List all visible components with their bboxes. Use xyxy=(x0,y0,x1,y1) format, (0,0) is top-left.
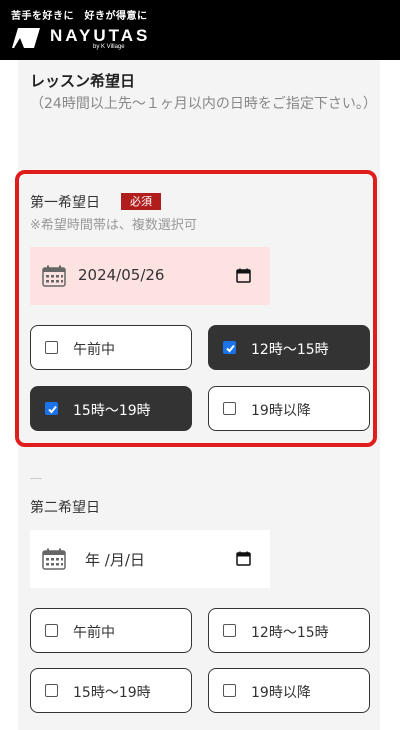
option-label: 19時以降 xyxy=(251,403,311,419)
option-label: 15時〜19時 xyxy=(73,685,151,701)
first-choice-title: 第一希望日 xyxy=(30,195,100,211)
brand-subtitle: by K Village xyxy=(93,44,125,50)
checkbox-checked[interactable] xyxy=(223,341,236,354)
first-option-12-15[interactable]: 12時〜15時 xyxy=(208,325,370,370)
option-label: 12時〜15時 xyxy=(251,342,329,358)
tagline: 苦手を好きに 好きが得意に xyxy=(11,11,148,22)
option-label: 午前中 xyxy=(73,342,115,358)
date-placeholder: 年 /月/日 xyxy=(85,551,145,569)
logo-mark-icon xyxy=(12,28,40,48)
checkbox[interactable] xyxy=(223,402,236,415)
first-option-15-19[interactable]: 15時〜19時 xyxy=(30,386,192,431)
first-choice-date-input[interactable]: 2024/05/26 xyxy=(30,247,270,305)
checkbox[interactable] xyxy=(45,341,58,354)
option-label: 15時〜19時 xyxy=(73,403,151,419)
checkbox-checked[interactable] xyxy=(45,402,58,415)
required-badge: 必須 xyxy=(121,193,161,210)
second-choice-title: 第二希望日 xyxy=(30,500,100,516)
date-picker-icon[interactable] xyxy=(236,268,251,283)
multiple-select-note: ※希望時間帯は、複数選択可 xyxy=(30,218,197,233)
second-option-15-19[interactable]: 15時〜19時 xyxy=(30,668,192,713)
second-option-after-19[interactable]: 19時以降 xyxy=(208,668,370,713)
option-label: 午前中 xyxy=(73,625,115,641)
first-option-after-19[interactable]: 19時以降 xyxy=(208,386,370,431)
second-choice-date-input[interactable]: 年 /月/日 xyxy=(30,530,270,588)
first-option-morning[interactable]: 午前中 xyxy=(30,325,192,370)
option-label: 12時〜15時 xyxy=(251,625,329,641)
second-option-morning[interactable]: 午前中 xyxy=(30,608,192,653)
brand-logo-text[interactable]: NAYUTAS xyxy=(50,26,150,46)
option-label: 19時以降 xyxy=(251,685,311,701)
lesson-date-heading: レッスン希望日 xyxy=(30,72,136,90)
site-header: 苦手を好きに 好きが得意に NAYUTAS by K Village xyxy=(0,0,400,60)
check-icon xyxy=(48,405,57,414)
checkbox[interactable] xyxy=(223,624,236,637)
second-option-12-15[interactable]: 12時〜15時 xyxy=(208,608,370,653)
calendar-icon xyxy=(42,265,66,287)
lesson-date-note: （24時間以上先〜１ヶ月以内の日時をご指定下さい。） xyxy=(30,96,377,112)
date-picker-icon[interactable] xyxy=(236,551,251,566)
checkbox[interactable] xyxy=(45,624,58,637)
section-divider xyxy=(30,478,42,479)
checkbox[interactable] xyxy=(223,684,236,697)
calendar-icon xyxy=(42,548,66,570)
date-value: 2024/05/26 xyxy=(78,266,165,284)
checkbox[interactable] xyxy=(45,684,58,697)
check-icon xyxy=(226,344,235,353)
